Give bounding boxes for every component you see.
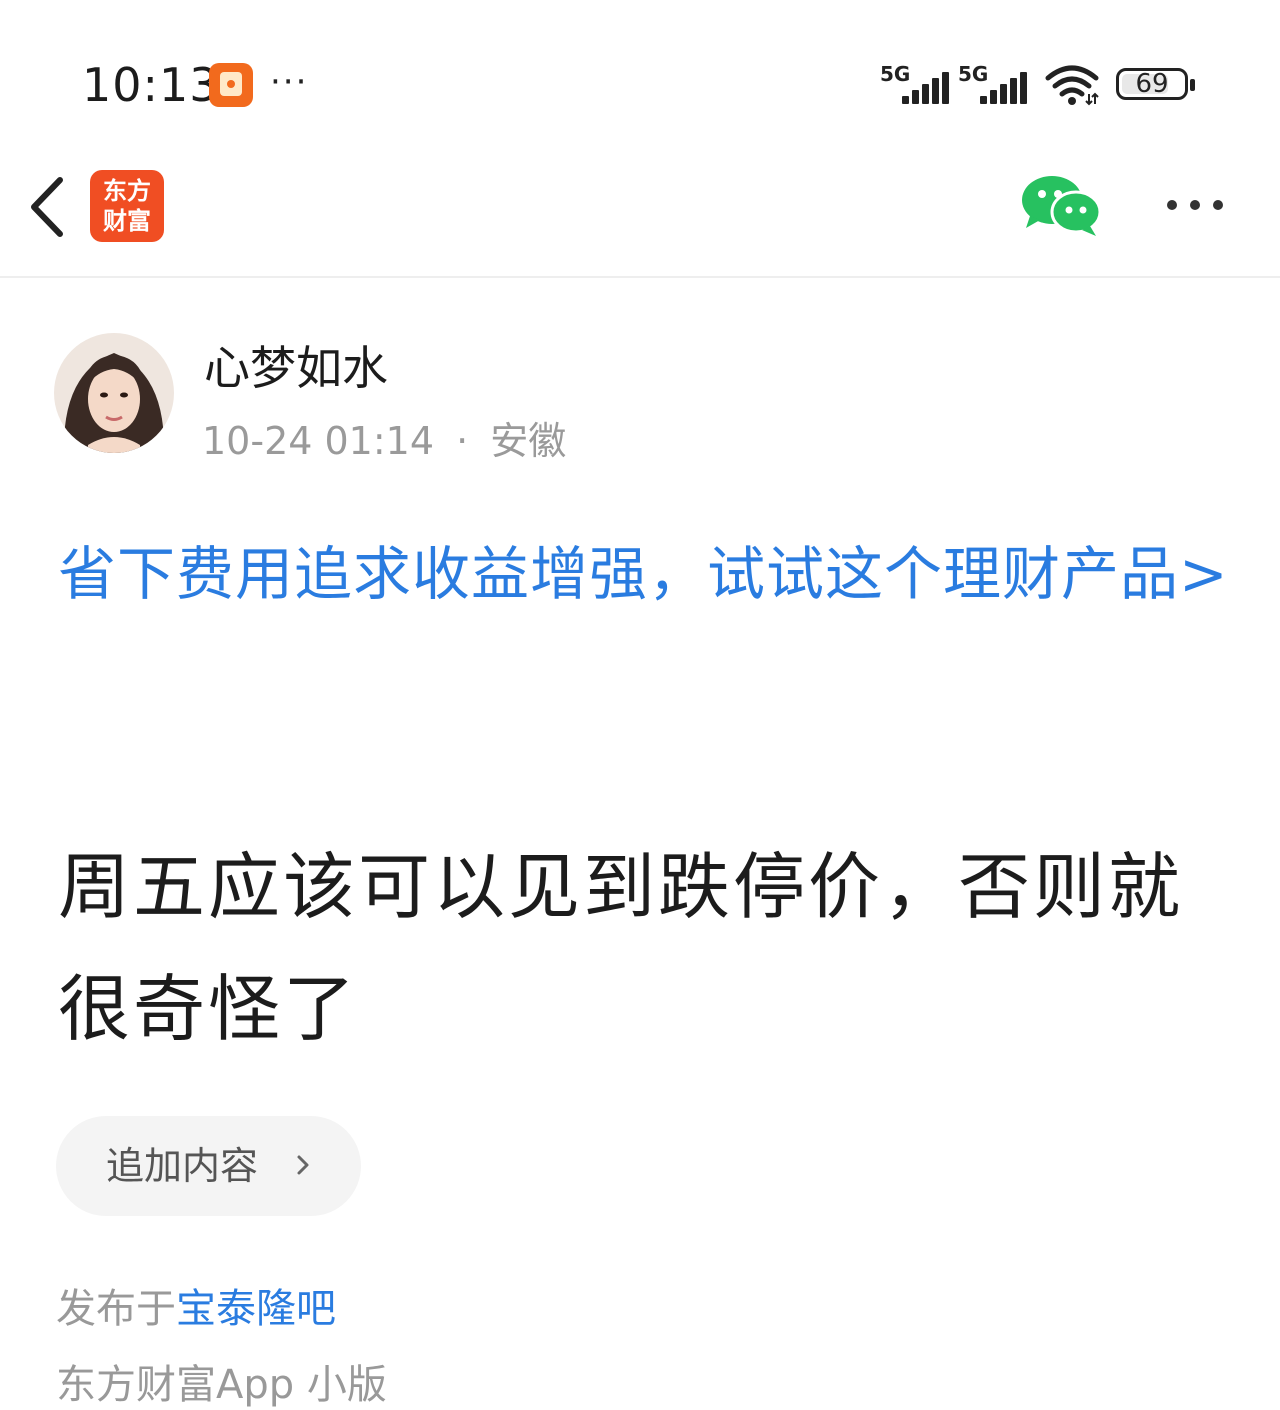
meta-separator: ·	[456, 419, 469, 463]
logo-text-line1: 东方	[103, 177, 151, 205]
network-type-label-1: 5G	[880, 62, 911, 86]
notification-app-icon	[209, 63, 253, 107]
status-time: 10:13	[82, 58, 220, 112]
promo-link[interactable]: 省下费用追求收益增强，试试这个理财产品>	[58, 528, 1238, 620]
network-type-label-2: 5G	[958, 62, 989, 86]
post-meta: 10-24 01:14 · 安徽	[202, 410, 566, 465]
app-logo[interactable]: 东方 财富	[90, 170, 164, 242]
more-options-icon[interactable]	[1162, 192, 1228, 218]
battery-level: 69	[1135, 69, 1169, 99]
wifi-icon	[1045, 65, 1099, 106]
back-arrow-icon[interactable]	[24, 172, 74, 242]
append-content-label: 追加内容	[106, 1144, 259, 1188]
published-in: 发布于宝泰隆吧	[56, 1276, 336, 1334]
battery-icon: 69	[1116, 68, 1195, 100]
footer-partial-text: 东方财富App 小版	[56, 1362, 387, 1408]
signal-icon-1: 5G	[880, 62, 952, 104]
signal-icon-2: 5G	[958, 62, 1030, 104]
logo-text-line2: 财富	[103, 207, 151, 235]
more-notifications-icon: ···	[270, 62, 309, 102]
chevron-right-icon	[297, 1155, 309, 1175]
post-time: 10-24 01:14	[202, 419, 435, 463]
top-navigation-bar: 东方 财富	[0, 150, 1280, 278]
author-avatar[interactable]	[54, 333, 174, 453]
append-content-button[interactable]: 追加内容	[56, 1116, 361, 1216]
stock-bar-link[interactable]: 宝泰隆吧	[176, 1286, 336, 1332]
wechat-share-icon[interactable]	[1020, 172, 1102, 238]
status-bar: 10:13 ··· 5G 5G 69	[0, 0, 1280, 150]
post-location: 安徽	[490, 419, 567, 463]
author-name[interactable]: 心梦如水	[204, 332, 388, 398]
published-prefix: 发布于	[56, 1286, 176, 1332]
post-content: 周五应该可以见到跌停价，否则就很奇怪了	[58, 845, 1184, 1051]
